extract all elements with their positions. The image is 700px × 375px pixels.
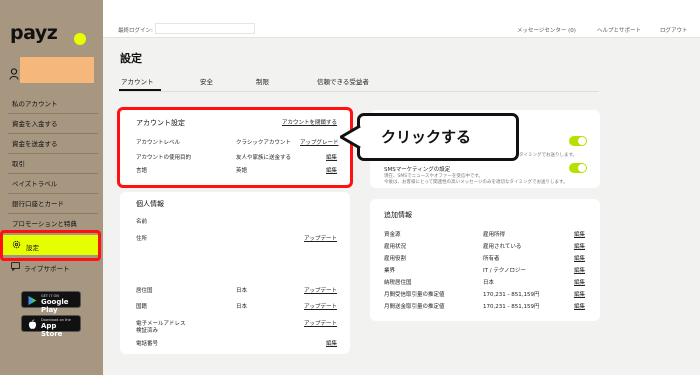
google-play-icon: [28, 296, 37, 305]
last-login-value: [155, 23, 255, 34]
info-row-edit-link[interactable]: 編集: [574, 266, 585, 274]
update-email-link[interactable]: アップデート: [304, 319, 337, 327]
highlight-ring-settings: [0, 230, 101, 261]
last-login-label: 最終ログイン:: [118, 28, 153, 34]
address-label: 住所: [136, 236, 148, 242]
page-title: 設定: [120, 52, 142, 65]
update-residence-link[interactable]: アップデート: [304, 286, 337, 294]
payz-logo[interactable]: payz: [10, 22, 58, 44]
update-address-link[interactable]: アップデート: [304, 234, 337, 242]
sms-marketing-title: SMSマーケティングの設定: [384, 167, 451, 173]
sidebar-item-my-account[interactable]: 私のアカウント: [12, 98, 58, 108]
email-marketing-toggle[interactable]: [569, 136, 587, 146]
info-row-label: 雇用役割: [384, 256, 407, 262]
user-name-redacted: [20, 57, 94, 83]
info-row-edit-link[interactable]: 編集: [574, 230, 585, 238]
app-store-label: App Store: [41, 322, 63, 338]
tabs-divider: [119, 91, 599, 92]
info-row-edit-link[interactable]: 編集: [574, 254, 585, 262]
residence-value: 日本: [236, 288, 248, 294]
tab-limits[interactable]: 制限: [256, 76, 269, 86]
sidebar-item-bank-cards[interactable]: 銀行口座とカード: [12, 198, 64, 208]
name-label: 名前: [136, 219, 148, 225]
tab-security[interactable]: 安全: [200, 76, 213, 86]
info-row-value: 日本: [483, 280, 495, 286]
nationality-value: 日本: [236, 304, 248, 310]
chat-icon: [11, 262, 20, 271]
info-row-label: 雇用状況: [384, 244, 407, 250]
phone-label: 電話番号: [136, 341, 159, 347]
sidebar-item-deposit[interactable]: 資金を入金する: [12, 118, 58, 128]
apple-icon: [28, 319, 37, 329]
sidebar-divider: [8, 113, 98, 114]
sidebar-divider: [8, 173, 98, 174]
sms-marketing-note-2: 今後は、お客様にとって関連性の高いメッセージのみを適切なタイミングでお送りします…: [384, 180, 568, 185]
sidebar-item-promotions[interactable]: プロモーションと特典: [12, 218, 77, 228]
tab-trusted-beneficiaries[interactable]: 信頼できる受益者: [317, 76, 369, 86]
sms-marketing-toggle[interactable]: [569, 163, 587, 173]
info-row-edit-link[interactable]: 編集: [574, 278, 585, 286]
sidebar-divider: [8, 213, 98, 214]
google-play-badge[interactable]: GET IT ON Google Play: [21, 291, 81, 314]
info-row-edit-link[interactable]: 編集: [574, 302, 585, 310]
highlight-ring-account-settings: [117, 107, 353, 188]
info-row-value: 雇用所得: [483, 232, 506, 238]
sidebar-item-live-support[interactable]: ライブサポート: [24, 263, 70, 273]
user-icon: [9, 68, 19, 80]
sidebar-divider: [8, 193, 98, 194]
nationality-label: 国籍: [136, 304, 148, 310]
callout-text: クリックする: [381, 128, 472, 146]
sidebar-item-payz-travel[interactable]: ペイズトラベル: [12, 178, 57, 188]
callout-pointer: [340, 125, 361, 149]
info-row-value: 所有者: [483, 256, 500, 262]
info-row-value: 170,231 - 851,159円: [483, 304, 540, 310]
sidebar-item-send[interactable]: 資金を送金する: [12, 138, 58, 148]
email-verified-label: 検証済み: [136, 328, 159, 334]
logo-dot: [74, 33, 86, 45]
info-row-value: IT / テクノロジー: [483, 268, 527, 274]
info-row-label: 月間送金取引量の推定値: [384, 304, 445, 310]
residence-label: 居住国: [136, 288, 153, 294]
help-support-link[interactable]: ヘルプとサポート: [597, 26, 641, 34]
tab-active-indicator: [119, 89, 161, 91]
info-row-edit-link[interactable]: 編集: [574, 242, 585, 250]
sidebar-item-transactions[interactable]: 取引: [12, 158, 25, 168]
info-row-label: 資金源: [384, 232, 401, 238]
info-row-edit-link[interactable]: 編集: [574, 290, 585, 298]
sidebar-divider: [8, 153, 98, 154]
info-row-value: 170,231 - 851,159円: [483, 292, 540, 298]
info-row-value: 雇用されている: [483, 244, 522, 250]
app-store-badge[interactable]: Download on the App Store: [21, 315, 81, 338]
sidebar-divider: [8, 133, 98, 134]
google-play-label: Google Play: [41, 298, 69, 314]
info-row-label: 月間受信取引量の推定値: [384, 292, 445, 298]
info-row-label: 業界: [384, 268, 396, 274]
tab-account[interactable]: アカウント: [121, 76, 154, 86]
update-nationality-link[interactable]: アップデート: [304, 302, 337, 310]
message-center-link[interactable]: メッセージセンター (0): [517, 26, 576, 34]
email-marketing-note: タイミングでお送りします。: [519, 153, 578, 158]
info-row-label: 納税居住国: [384, 280, 412, 286]
additional-info-title: 追加情報: [384, 211, 412, 219]
personal-info-title: 個人情報: [136, 200, 164, 208]
logout-link[interactable]: ログアウト: [660, 26, 688, 34]
edit-phone-link[interactable]: 編集: [326, 339, 337, 347]
